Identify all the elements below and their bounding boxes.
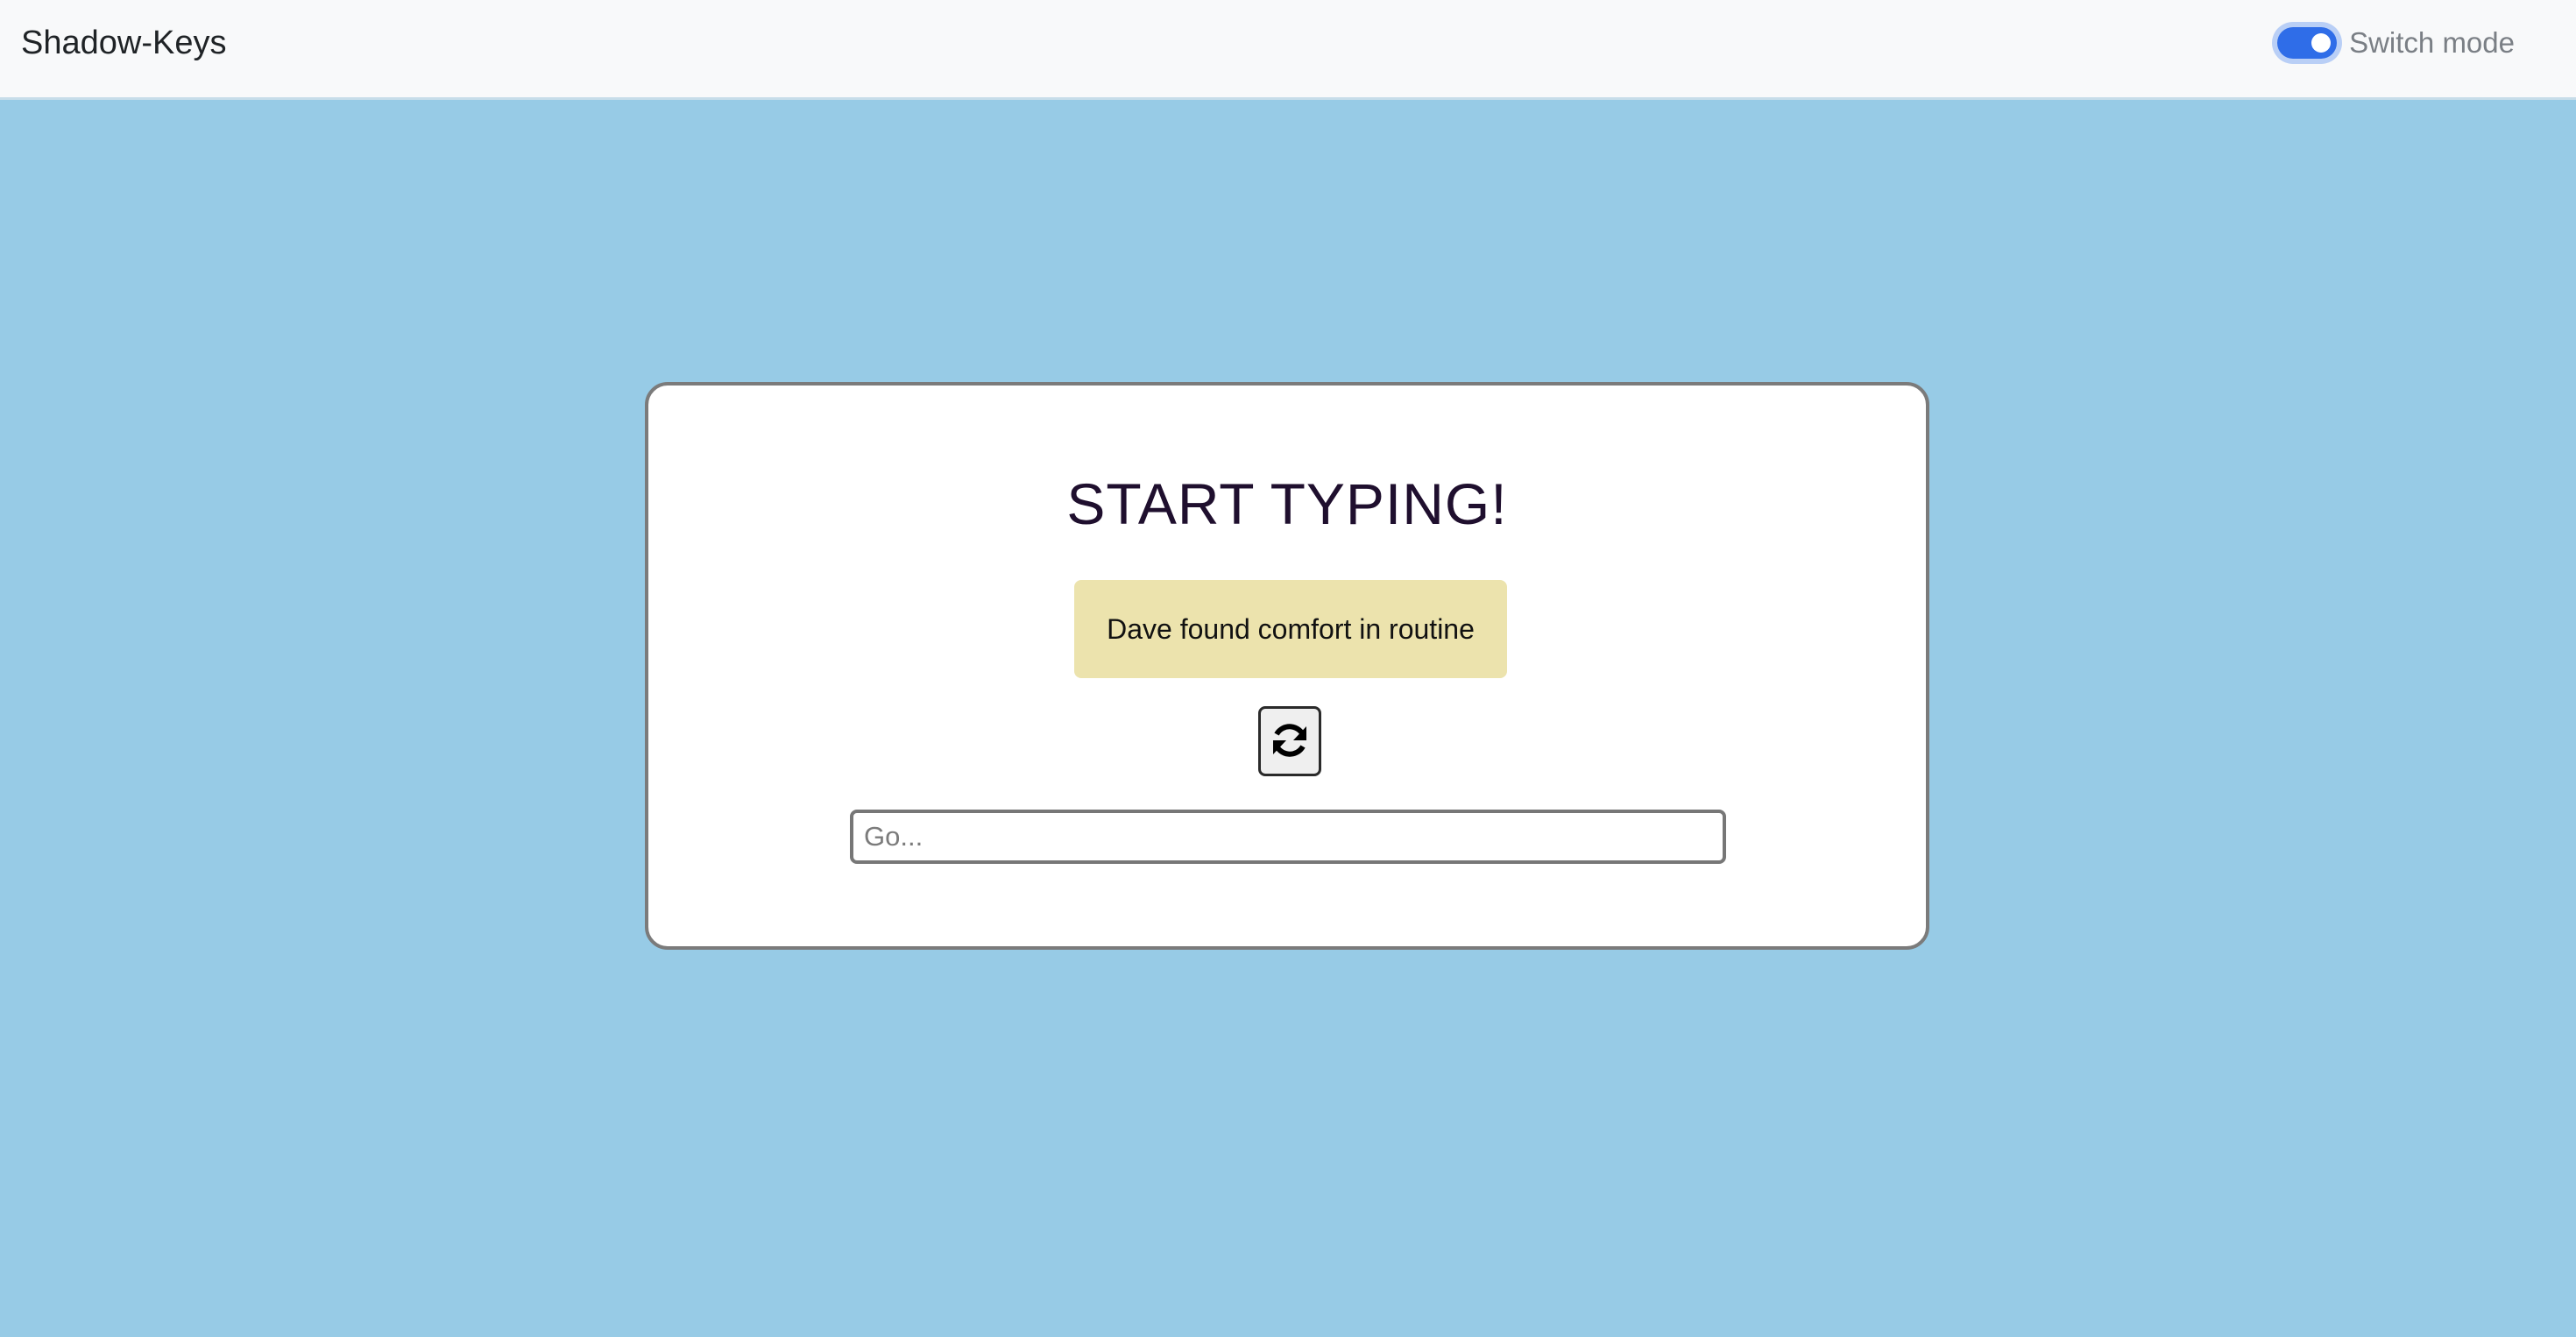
switch-mode-toggle[interactable]: Switch mode: [2277, 26, 2515, 60]
brand-title[interactable]: Shadow-Keys: [21, 26, 226, 60]
toggle-knob: [2311, 33, 2332, 53]
top-navbar: Shadow-Keys Switch mode: [0, 0, 2576, 100]
typing-card: START TYPING! Dave found comfort in rout…: [645, 382, 1929, 950]
prompt-sentence: Dave found comfort in routine: [1074, 580, 1507, 678]
refresh-button[interactable]: [1258, 706, 1321, 776]
toggle-switch[interactable]: [2277, 27, 2338, 59]
typing-input[interactable]: [850, 810, 1726, 864]
page-title: START TYPING!: [1066, 471, 1508, 536]
switch-mode-label[interactable]: Switch mode: [2349, 26, 2515, 60]
refresh-icon: [1269, 719, 1311, 764]
